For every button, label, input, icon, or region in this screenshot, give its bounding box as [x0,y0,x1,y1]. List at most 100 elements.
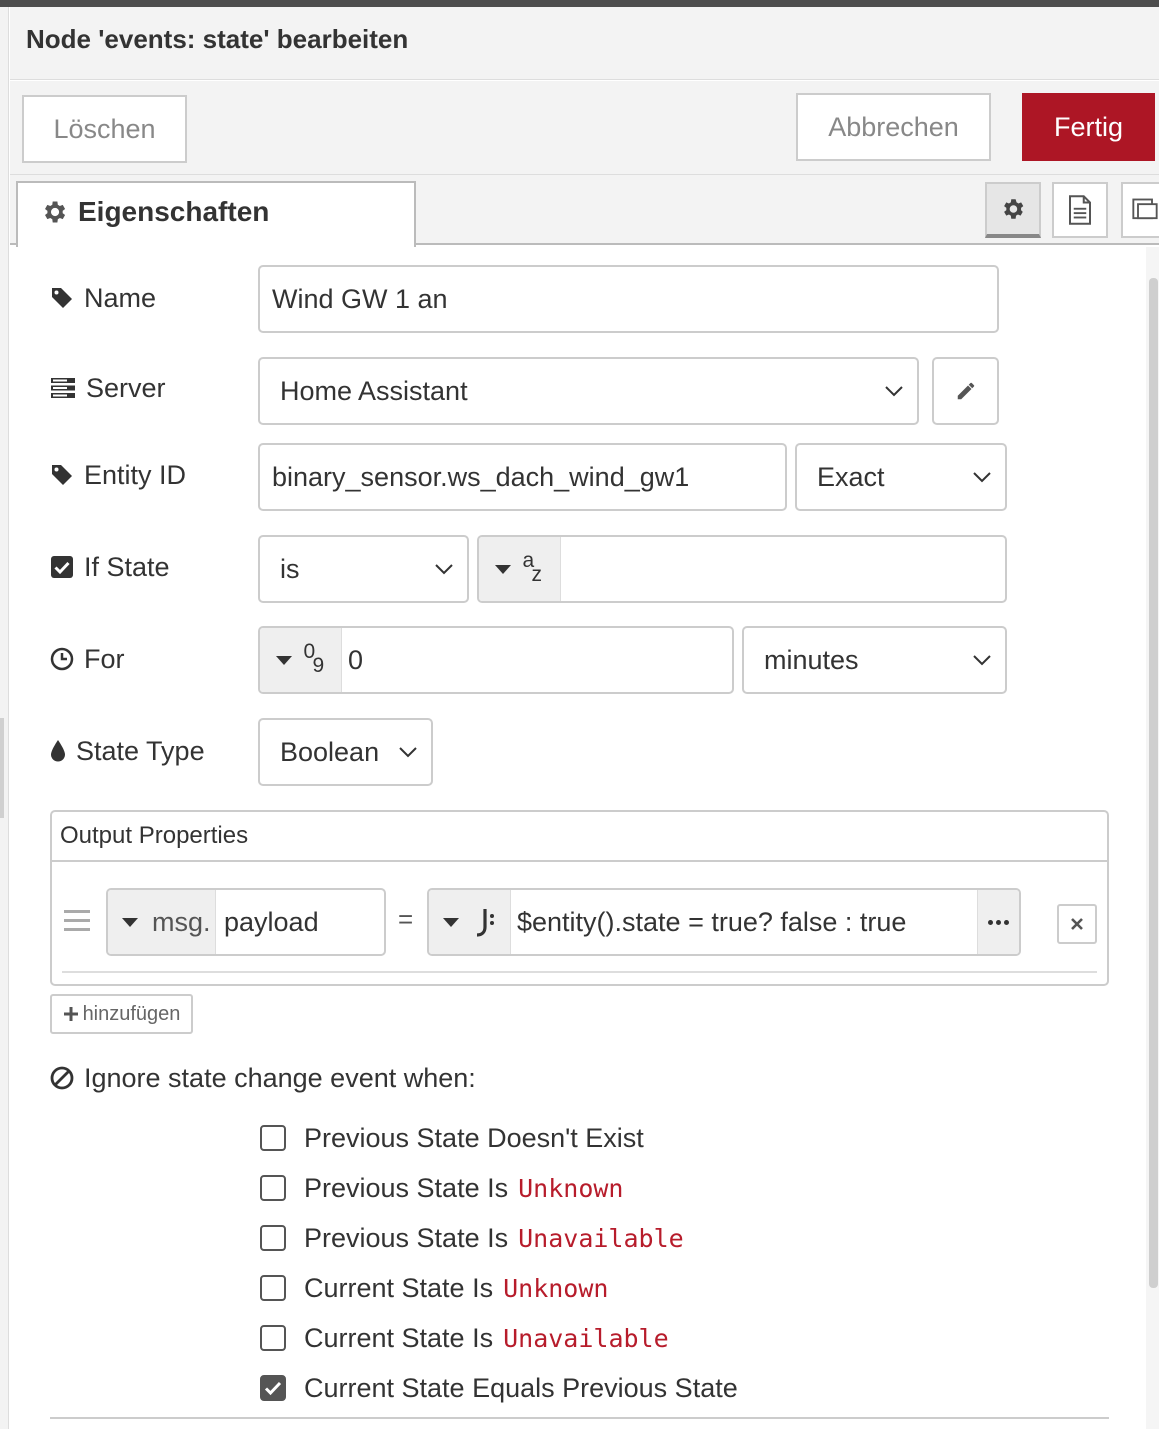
expression-text: $entity().state = true? false : true [517,906,907,937]
tab-button-appearance[interactable] [1121,182,1159,238]
plus-icon [63,1007,78,1021]
for-value: 0 [348,644,364,675]
chevron-down-icon [973,655,991,666]
cancel-button[interactable]: Abbrechen [796,93,991,161]
more-dot [1004,919,1009,925]
ignore-option-text: Current State Is [304,1272,494,1303]
checkbox[interactable] [260,1125,286,1151]
clock-icon [50,647,74,671]
ignore-option-row[interactable]: Previous State Doesn't Exist [260,1120,644,1156]
caret-down-icon [442,917,459,927]
ignore-heading: Ignore state change event when: [50,1058,476,1098]
if-state-operator-value: is [280,553,300,584]
ignore-option-text: Current State Is [304,1322,494,1353]
tag-icon [52,465,72,485]
ignore-option-row[interactable]: Current State Is Unknown [260,1270,608,1306]
state-type-value: Boolean [280,736,380,767]
entity-match-select[interactable]: Exact [795,443,1007,511]
done-button[interactable]: Fertig [1022,93,1155,161]
checkbox[interactable] [260,1175,286,1201]
caret-down-icon [122,917,138,927]
description-icon [1069,195,1091,225]
ignore-option-text: Previous State Is [304,1172,509,1203]
ignore-option-row[interactable]: Previous State Is Unavailable [260,1220,684,1256]
entity-id-label-text: Entity ID [84,459,187,490]
output-property-input[interactable]: msg. payload [106,888,386,956]
type-selector[interactable]: 0 9 [260,628,342,692]
server-select-value: Home Assistant [280,375,468,406]
ignore-option-row[interactable]: Current State Is Unavailable [260,1320,669,1356]
property-type-selector[interactable]: msg. [108,890,216,954]
output-value-input[interactable]: $entity().state = true? false : true [427,888,1021,956]
ignore-option-text: Previous State Doesn't Exist [304,1122,644,1153]
more-dot [988,919,993,925]
window-top-strip [0,0,1159,7]
checked-square-icon [51,556,73,578]
number-type-icon: 0 9 [304,640,326,680]
dialog-title: Node 'events: state' bearbeiten [26,24,409,54]
if-state-value-input[interactable]: a z [477,535,1007,603]
row-divider [62,971,1097,973]
caret-down-icon [494,564,511,574]
gear-icon [45,201,66,223]
entity-match-value: Exact [817,461,885,492]
type-glyph-bottom: z [531,563,543,586]
entity-id-input[interactable]: binary_sensor.ws_dach_wind_gw1 [258,443,787,511]
server-select[interactable]: Home Assistant [258,357,919,425]
resize-handle[interactable] [0,718,4,818]
scrollbar-thumb[interactable] [1149,278,1158,1288]
ignore-heading-text: Ignore state change event when: [84,1062,476,1093]
name-input[interactable]: Wind GW 1 an [258,265,999,333]
state-type-select[interactable]: Boolean [258,718,433,786]
chevron-down-icon [435,564,453,575]
edit-server-button[interactable] [932,357,999,425]
if-state-operator-select[interactable]: is [258,535,469,603]
gear-icon [1004,199,1024,219]
state-type-label-text: State Type [76,735,205,766]
jsonata-icon [476,909,494,937]
checkbox-checked[interactable] [260,1375,286,1401]
string-type-icon: a z [523,549,545,589]
chevron-down-icon [973,472,991,483]
checkbox[interactable] [260,1225,286,1251]
ignore-option-code: Unknown [518,1173,624,1203]
check-icon [264,1381,282,1396]
chevron-down-icon [399,747,417,758]
ignore-option-row[interactable]: Current State Equals Previous State [260,1370,738,1406]
tab-button-properties[interactable] [985,182,1041,238]
tab-button-description[interactable] [1052,182,1108,238]
server-label-text: Server [86,372,166,403]
if-state-label-text: If State [84,551,170,582]
for-unit-select[interactable]: minutes [742,626,1007,694]
drag-handle-icon[interactable] [64,910,90,932]
tab-properties-label: Eigenschaften [78,196,270,227]
value-type-selector[interactable] [429,890,511,954]
delete-button[interactable]: Löschen [22,95,187,163]
for-value-input[interactable]: 0 9 0 [258,626,734,694]
add-property-label: hinzufügen [82,1002,181,1025]
checkbox[interactable] [260,1325,286,1351]
droplet-icon [51,740,65,762]
equals-sign: = [398,904,414,934]
add-property-button[interactable]: hinzufügen [50,994,193,1034]
appearance-icon [1132,198,1158,220]
for-label-text: For [84,643,125,674]
server-icon [51,378,75,398]
for-label: For [50,639,125,679]
ban-icon [50,1066,74,1090]
msg-prefix: msg. [152,906,211,937]
server-label: Server [50,368,166,408]
ignore-option-row[interactable]: Previous State Is Unknown [260,1170,623,1206]
type-glyph-bottom: 9 [312,654,325,677]
ignore-option-text: Current State Equals Previous State [304,1372,738,1403]
pencil-icon [957,382,974,400]
output-properties-header: Output Properties [52,812,1107,862]
name-label-text: Name [84,282,157,313]
caret-down-icon [275,655,292,665]
more-dot [996,919,1001,925]
expression-editor-button[interactable] [977,890,1019,954]
entity-id-label: Entity ID [50,455,186,495]
remove-row-button[interactable] [1057,904,1097,944]
type-selector[interactable]: a z [479,537,561,601]
checkbox[interactable] [260,1275,286,1301]
